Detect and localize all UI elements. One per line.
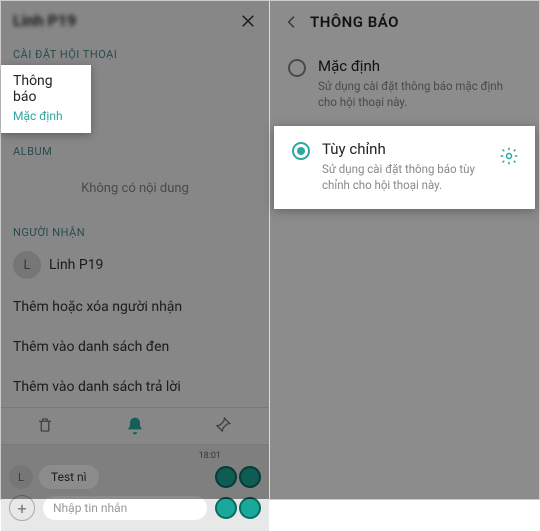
radio-unchecked-icon[interactable]: [288, 59, 306, 77]
conversation-toolbar: [1, 407, 269, 445]
bell-icon[interactable]: [125, 416, 145, 436]
gear-icon[interactable]: [499, 146, 519, 166]
option-title: Tùy chỉnh: [322, 140, 487, 158]
section-album: ALBUM: [1, 133, 269, 162]
audio-icon[interactable]: [215, 466, 237, 488]
option-title: Mặc định: [318, 57, 523, 75]
section-recipient: NGƯỜI NHẬN: [1, 214, 269, 243]
album-empty-state: Không có nội dung: [1, 162, 269, 214]
audio-icon[interactable]: [239, 466, 261, 488]
option-description: Sử dụng cài đặt thông báo tùy chỉnh cho …: [322, 161, 487, 193]
option-default[interactable]: Mặc định Sử dụng cài đặt thông báo mặc đ…: [270, 43, 539, 126]
action-add-blacklist[interactable]: Thêm vào danh sách đen: [1, 327, 269, 367]
option-custom[interactable]: Tùy chỉnh Sử dụng cài đặt thông báo tùy …: [274, 126, 535, 209]
recipient-name: Linh P19: [49, 257, 103, 273]
trash-icon[interactable]: [36, 416, 56, 436]
message-preview-area: 18:01 L Test nì + Nhập tin nhắn: [1, 445, 269, 531]
option-description: Sử dụng cài đặt thông báo mặc định cho h…: [318, 78, 523, 110]
message-bubble: Test nì: [39, 465, 99, 489]
action-add-remove-recipient[interactable]: Thêm hoặc xóa người nhận: [1, 287, 269, 327]
contact-title: Linh P19: [13, 11, 76, 30]
notification-label: Thông báo: [13, 73, 79, 105]
audio-icon[interactable]: [239, 497, 261, 519]
page-title: THÔNG BÁO: [310, 13, 399, 31]
message-timestamp: 18:01: [9, 451, 261, 461]
section-conversation-settings: CÀI ĐẶT HỘI THOẠI: [1, 36, 269, 65]
recipient-row[interactable]: L Linh P19: [1, 243, 269, 287]
action-add-reply-list[interactable]: Thêm vào danh sách trả lời: [1, 367, 269, 407]
notification-setting-row[interactable]: Thông báo Mặc định: [1, 65, 91, 133]
back-icon[interactable]: [284, 14, 300, 30]
add-attachment-button[interactable]: +: [9, 495, 35, 521]
close-icon[interactable]: [239, 12, 257, 30]
audio-icon[interactable]: [215, 497, 237, 519]
avatar: L: [9, 465, 33, 489]
radio-checked-icon[interactable]: [292, 142, 310, 160]
avatar: L: [13, 251, 41, 279]
pin-icon[interactable]: [214, 416, 234, 436]
notification-value: Mặc định: [13, 109, 79, 123]
